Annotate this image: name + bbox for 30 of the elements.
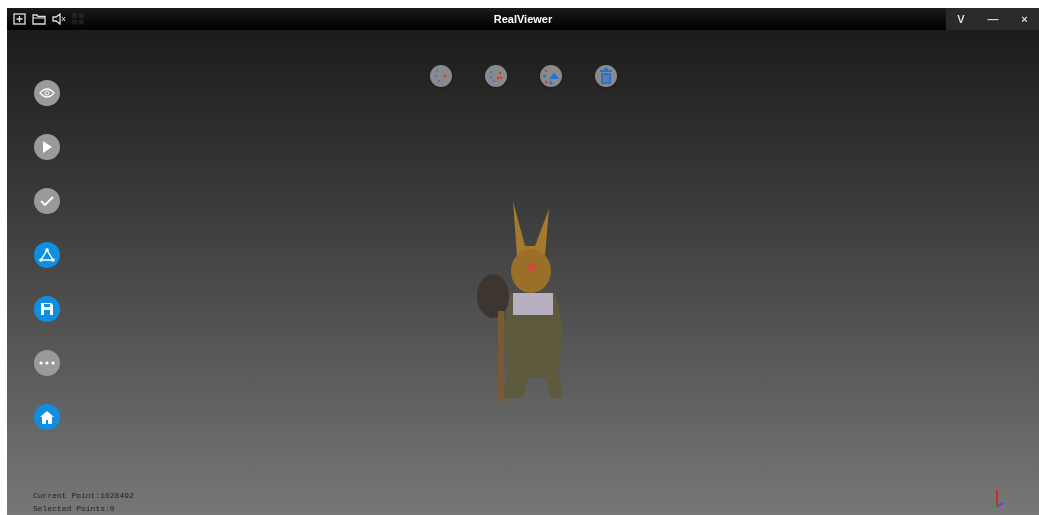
window-control-button[interactable]: V — [953, 13, 969, 25]
speaker-icon[interactable] — [52, 13, 66, 25]
dots-icon — [39, 361, 55, 365]
tool-button[interactable] — [34, 134, 60, 160]
tool-button[interactable] — [34, 188, 60, 214]
tool-button[interactable] — [34, 80, 60, 106]
dots-icon — [432, 68, 449, 84]
triangle-nodes-icon — [39, 248, 55, 262]
shapes-icon — [541, 67, 560, 85]
selection-tool-button[interactable] — [592, 63, 619, 89]
window-control-button[interactable]: — — [983, 13, 1003, 25]
selection-tool-button[interactable] — [482, 63, 509, 89]
dots-icon — [487, 68, 504, 84]
selection-tool-button[interactable] — [427, 63, 454, 89]
selection-tool-button[interactable] — [537, 63, 564, 89]
trash-icon — [599, 68, 612, 84]
window-control-button[interactable]: × — [1017, 13, 1032, 25]
new-file-icon[interactable] — [13, 13, 26, 25]
eye-icon — [39, 88, 55, 98]
play-icon — [42, 141, 52, 153]
folder-icon[interactable] — [32, 13, 46, 25]
home-icon — [40, 410, 54, 424]
tool-button[interactable] — [34, 242, 60, 268]
window-title: RealViewer — [493, 13, 553, 25]
tool-button[interactable] — [34, 404, 60, 430]
status-text: Selected Points:0 — [33, 504, 116, 513]
axis-gizmo-icon — [989, 487, 1005, 509]
status-text: Current Point:1628492 — [33, 491, 134, 500]
tool-button[interactable] — [34, 296, 60, 322]
check-icon — [40, 196, 54, 206]
